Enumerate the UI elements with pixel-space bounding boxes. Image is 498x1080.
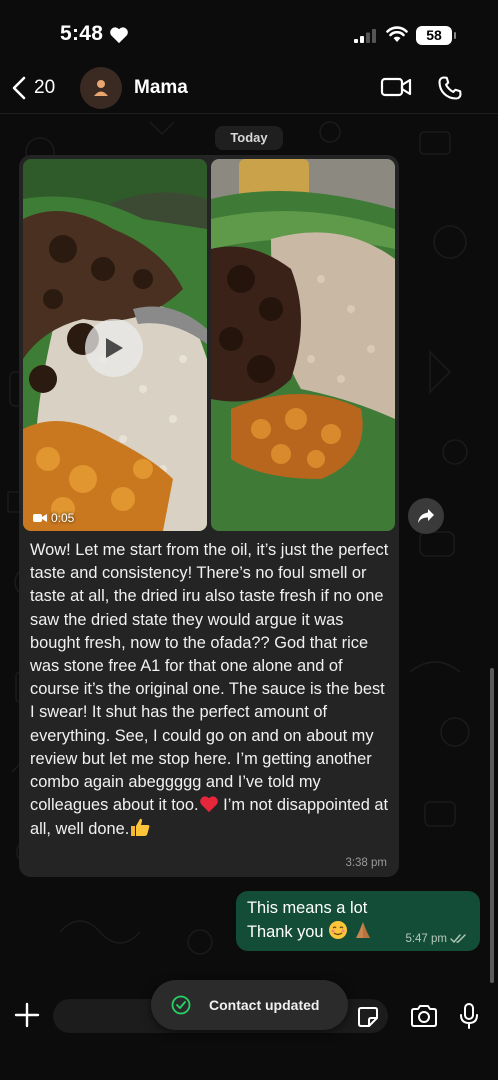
video-icon [33,514,47,522]
outgoing-time: 5:47 pm [405,933,447,945]
forward-icon [418,509,434,523]
video-camera-icon[interactable] [380,75,412,99]
status-bar: 5:48 58 [0,0,498,66]
outgoing-line-2: Thank you [247,923,324,941]
phone-icon[interactable] [436,74,464,102]
video-thumbnail[interactable]: 0:05 [23,159,207,531]
photo-thumbnail[interactable] [211,159,395,531]
message-timestamp: 3:38 pm [345,857,387,869]
video-duration: 0:05 [33,511,74,525]
status-time: 5:48 [60,22,104,45]
double-check-icon [450,934,466,944]
play-icon [106,338,123,358]
message-body: Wow! Let me start from the oil, it’s jus… [30,541,389,815]
chat-screen: 5:48 58 20 Mama Today 0:05 Wow! Let me s… [0,0,498,1080]
chat-header: 20 Mama [0,62,498,114]
duration-label: 0:05 [51,511,75,525]
person-icon [94,80,108,96]
scroll-indicator[interactable] [490,668,494,983]
sticker-icon[interactable] [357,1006,379,1028]
heart-icon [110,27,128,44]
toast-text: Contact updated [209,997,320,1013]
forward-button[interactable] [408,498,444,534]
incoming-message[interactable]: 0:05 Wow! Let me start from the oil, it’… [19,155,399,877]
thumbs-up-emoji [131,819,150,837]
microphone-icon[interactable] [459,1002,479,1030]
back-button[interactable]: 20 [12,72,55,104]
camera-icon[interactable] [410,1004,438,1028]
outgoing-line-1: This means a lot [247,899,368,917]
food-photo [211,159,395,531]
contact-name[interactable]: Mama [134,77,188,99]
folded-hands-emoji [355,922,370,938]
unread-count: 20 [34,77,56,98]
outgoing-message[interactable]: This means a lot Thank you 5:47 pm [236,891,480,951]
message-text: Wow! Let me start from the oil, it’s jus… [30,539,392,842]
wifi-icon [386,26,408,42]
toast-notification: Contact updated [151,980,348,1030]
avatar[interactable] [80,67,122,109]
chevron-left-icon [12,76,26,100]
date-separator: Today [215,126,283,150]
outgoing-timestamp: 5:47 pm [405,933,468,945]
battery-indicator: 58 [416,26,456,45]
cellular-signal-icon [354,29,376,43]
red-heart-emoji [199,796,218,813]
check-circle-icon [171,995,191,1015]
play-button[interactable] [85,319,143,377]
plus-icon[interactable] [14,1002,40,1028]
relieved-face-emoji [329,921,348,939]
